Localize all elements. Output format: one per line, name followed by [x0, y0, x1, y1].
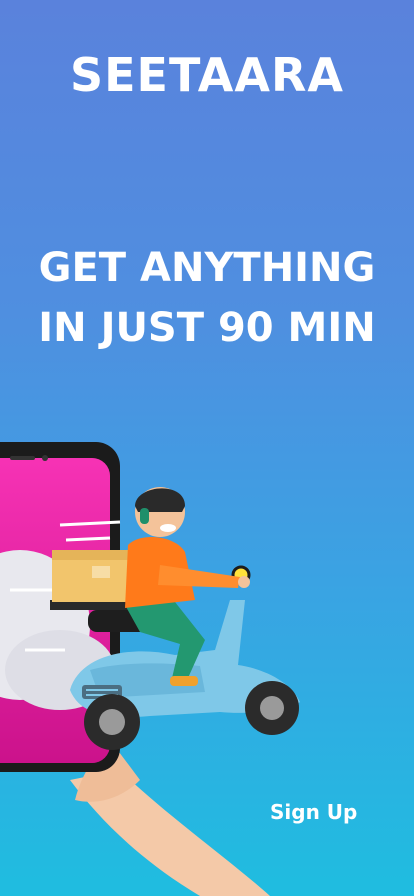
tagline: GET ANYTHING IN JUST 90 MIN — [0, 238, 414, 358]
sign-up-button[interactable]: Sign Up — [266, 798, 361, 826]
tagline-line-2: IN JUST 90 MIN — [38, 305, 376, 351]
delivery-scooter-illustration — [0, 442, 300, 896]
app-title: SEETAARA — [69, 48, 344, 102]
tagline-line-1: GET ANYTHING — [38, 245, 376, 291]
